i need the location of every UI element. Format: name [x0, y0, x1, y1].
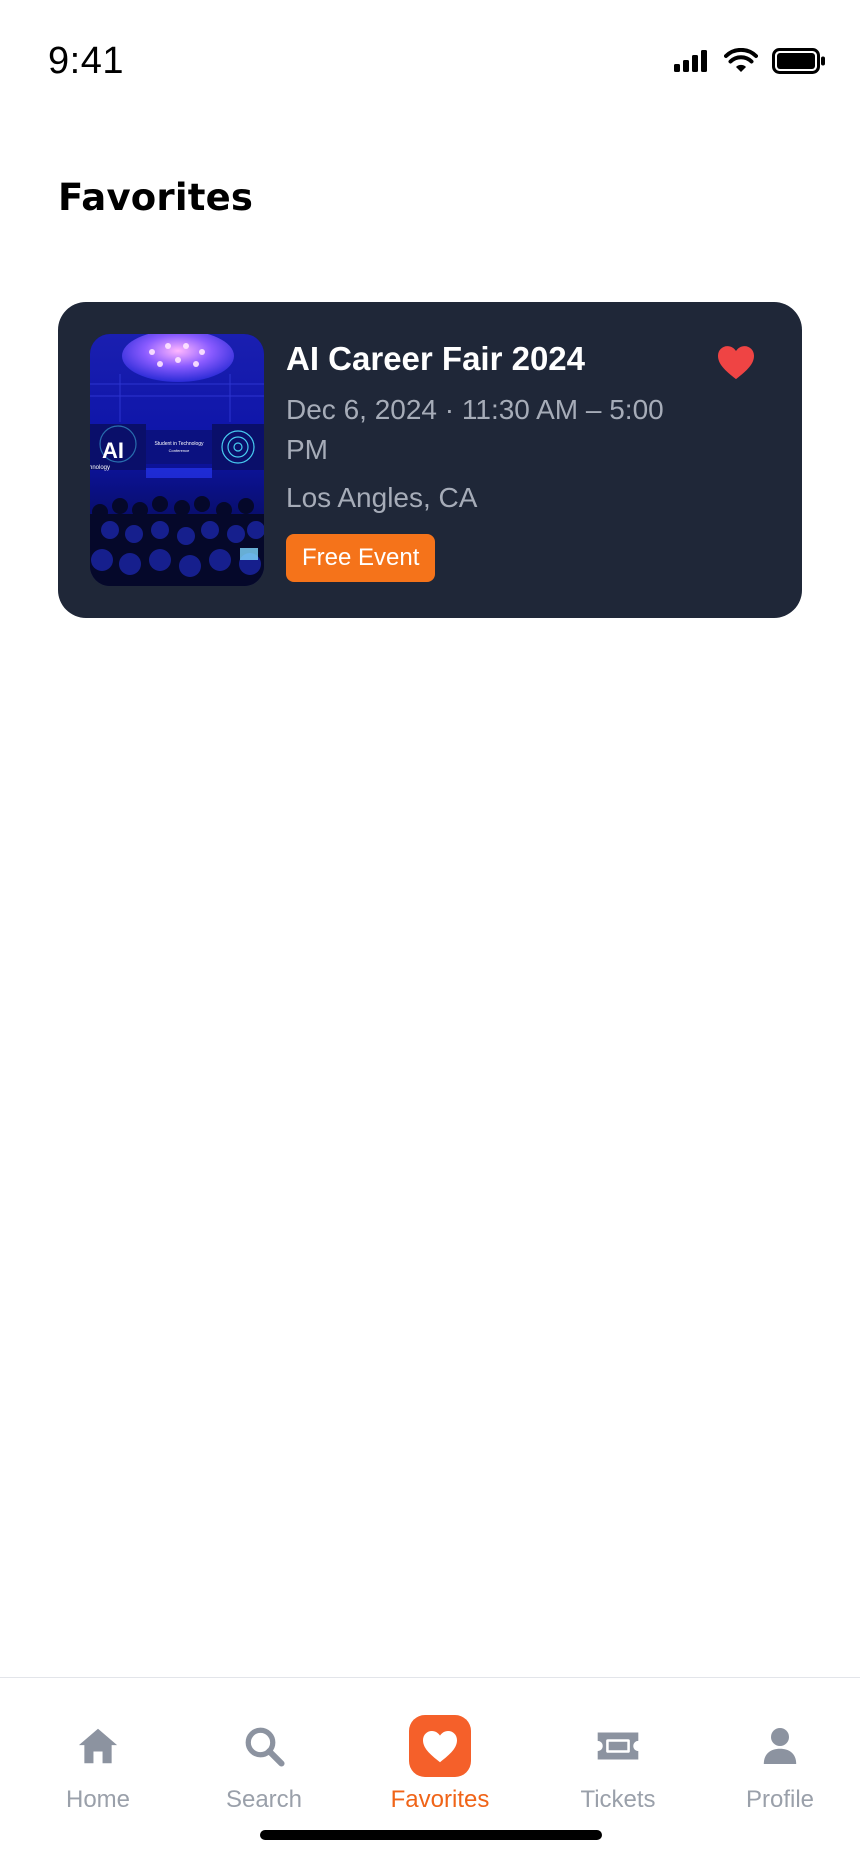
status-bar: 9:41 [0, 0, 860, 130]
nav-item-home[interactable]: Home [28, 1678, 168, 1818]
image-screen-text-2: Conference [169, 448, 190, 453]
event-location: Los Angles, CA [286, 482, 478, 513]
status-time: 9:41 [48, 40, 124, 82]
nav-item-favorites[interactable]: Favorites [370, 1678, 510, 1818]
nav-item-search[interactable]: Search [194, 1678, 334, 1818]
search-icon [233, 1715, 295, 1777]
nav-label-home: Home [65, 1786, 131, 1813]
heart-icon [409, 1715, 471, 1777]
home-icon [67, 1715, 129, 1777]
profile-icon [749, 1715, 811, 1777]
status-icons [674, 48, 826, 74]
event-image: AI chnology Student in Technology Confer… [90, 334, 264, 586]
free-event-badge: Free Event [286, 534, 436, 582]
nav-label-favorites: Favorites [390, 1786, 490, 1813]
cellular-signal-icon [674, 50, 710, 72]
favorite-event-card[interactable]: AI chnology Student in Technology Confer… [58, 302, 802, 618]
favorite-heart-icon[interactable] [716, 344, 756, 385]
wifi-icon [724, 48, 758, 74]
ticket-icon [587, 1715, 649, 1777]
event-title[interactable]: AI Career Fair 2024 [286, 338, 696, 380]
battery-icon [772, 48, 826, 74]
event-info: AI Career Fair 2024 Dec 6, 2024 · 11:30 … [286, 338, 696, 582]
event-datetime: Dec 6, 2024 · 11:30 AM – 5:00 PM [286, 394, 664, 465]
nav-item-tickets[interactable]: Tickets [548, 1678, 688, 1818]
image-screen-text-1: Student in Technology [154, 441, 204, 447]
nav-label-profile: Profile [745, 1786, 815, 1813]
page-title: Favorites [58, 176, 254, 219]
nav-item-profile[interactable]: Profile [710, 1678, 850, 1818]
image-side-text: chnology [90, 465, 110, 471]
nav-label-tickets: Tickets [580, 1786, 656, 1813]
image-logo-text: AI [102, 438, 124, 463]
nav-label-search: Search [225, 1786, 303, 1813]
home-indicator [260, 1830, 602, 1840]
